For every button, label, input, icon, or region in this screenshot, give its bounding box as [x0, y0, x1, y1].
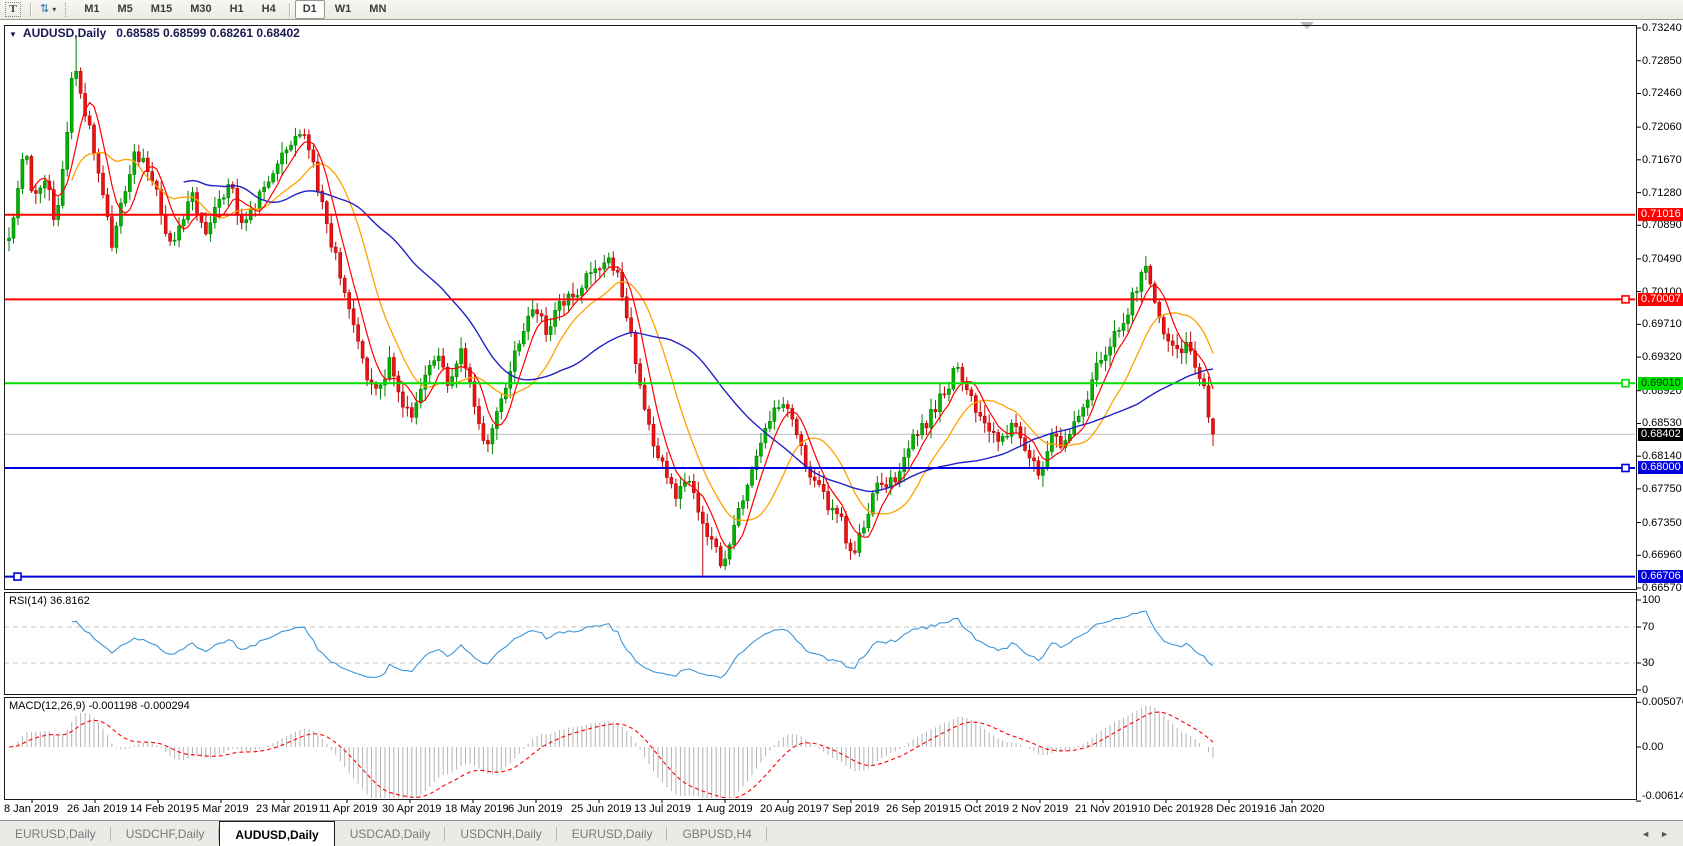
toolbar-separator [289, 3, 290, 17]
indicator-tick: 0.00 [1642, 741, 1683, 753]
chart-tab-audusd-daily-2[interactable]: AUDUSD,Daily [219, 821, 334, 846]
date-tick: 28 Dec 2019 [1201, 803, 1263, 815]
date-tick: 5 Mar 2019 [193, 803, 249, 815]
price-tick: 0.72060 [1642, 121, 1683, 133]
price-tick: 0.69320 [1642, 351, 1683, 363]
date-tick: 10 Dec 2019 [1138, 803, 1200, 815]
timeframe-group: M1M5M15M30H1H4 D1W1MN [75, 0, 395, 19]
price-level-badge: 0.68000 [1638, 461, 1683, 474]
date-tick: 23 Mar 2019 [256, 803, 318, 815]
tab-bar: EURUSD,DailyUSDCHF,DailyAUDUSD,DailyUSDC… [0, 820, 1683, 846]
price-level-badge: 0.69010 [1638, 377, 1683, 390]
chart-tab-eurusd-daily-5[interactable]: EURUSD,Daily [557, 821, 668, 846]
date-tick: 2 Nov 2019 [1012, 803, 1068, 815]
indicator-tick: -0.006148 [1642, 790, 1683, 802]
date-tick: 26 Jan 2019 [67, 803, 128, 815]
toolbar-separator [30, 3, 31, 17]
macd-label: MACD(12,26,9) -0.001198 -0.000294 [9, 700, 190, 712]
timeframe-button-w1[interactable]: W1 [327, 0, 360, 19]
chart-tab-gbpusd-h4-6[interactable]: GBPUSD,H4 [667, 821, 766, 846]
symbol-label: AUDUSD,Daily [23, 26, 106, 40]
collapse-triangle-icon[interactable]: ▼ [9, 30, 17, 39]
date-tick: 8 Jan 2019 [4, 803, 58, 815]
chart-tab-usdcad-daily-3[interactable]: USDCAD,Daily [335, 821, 446, 846]
date-tick: 1 Aug 2019 [697, 803, 753, 815]
date-tick: 11 Apr 2019 [319, 803, 378, 815]
price-level-badge: 0.71016 [1638, 208, 1683, 221]
price-tick: 0.69710 [1642, 318, 1683, 330]
tab-scroll-right-icon[interactable]: ► [1660, 829, 1669, 839]
date-tick: 26 Sep 2019 [886, 803, 948, 815]
price-tick: 0.71670 [1642, 154, 1683, 166]
hline-handle[interactable] [1622, 296, 1629, 303]
chart-title: ▼ AUDUSD,Daily 0.68585 0.68599 0.68261 0.6… [9, 26, 300, 40]
tab-scroll-left-icon[interactable]: ◄ [1641, 829, 1650, 839]
arrows-icon: ⇅ [40, 4, 49, 15]
date-tick: 20 Aug 2019 [760, 803, 822, 815]
toolbar-grip [65, 3, 69, 17]
date-tick: 14 Feb 2019 [130, 803, 192, 815]
indicator-tick: 0 [1642, 684, 1683, 696]
hline-handle[interactable] [1622, 380, 1629, 387]
price-tick: 0.72850 [1642, 55, 1683, 67]
price-level-badge: 0.66706 [1638, 570, 1683, 583]
date-tick: 16 Jan 2020 [1264, 803, 1325, 815]
text-tool-icon: T [5, 2, 21, 17]
toolbar: T ⇅ ▾ M1M5M15M30H1H4 D1W1MN [0, 0, 1683, 20]
price-level-badge: 0.70007 [1638, 293, 1683, 306]
indicator-tick: 70 [1642, 621, 1683, 633]
timeframe-button-d1[interactable]: D1 [295, 0, 325, 19]
timeframe-button-m30[interactable]: M30 [182, 0, 219, 19]
text-tool-button[interactable]: T [0, 1, 26, 18]
price-tick: 0.70490 [1642, 253, 1683, 265]
date-tick: 18 May 2019 [445, 803, 509, 815]
timeframe-button-h1[interactable]: H1 [222, 0, 252, 19]
price-tick: 0.71280 [1642, 187, 1683, 199]
price-tick: 0.67750 [1642, 483, 1683, 495]
price-tick: 0.67350 [1642, 517, 1683, 529]
price-tick: 0.68140 [1642, 450, 1683, 462]
price-tick: 0.66570 [1642, 582, 1683, 594]
chart-tab-usdcnh-daily-4[interactable]: USDCNH,Daily [445, 821, 556, 846]
price-tick: 0.73240 [1642, 22, 1683, 34]
date-tick: 6 Jun 2019 [508, 803, 562, 815]
date-tick: 21 Nov 2019 [1075, 803, 1137, 815]
chart-tab-usdchf-daily-1[interactable]: USDCHF,Daily [111, 821, 220, 846]
hline-handle[interactable] [14, 573, 21, 580]
chart-canvas[interactable] [0, 0, 1683, 846]
price-tick: 0.72460 [1642, 87, 1683, 99]
tab-scroll-arrows: ◄ ► [1641, 821, 1683, 846]
ohlc-values: 0.68585 0.68599 0.68261 0.68402 [116, 26, 300, 40]
chevron-down-icon: ▾ [52, 5, 56, 14]
indicator-tick: 30 [1642, 657, 1683, 669]
date-tick: 13 Jul 2019 [634, 803, 691, 815]
arrange-tool-button[interactable]: ⇅ ▾ [35, 1, 61, 18]
current-price-badge: 0.68402 [1638, 428, 1683, 441]
indicator-tick: 0.005076 [1642, 696, 1683, 708]
timeframe-button-m5[interactable]: M5 [110, 0, 141, 19]
timeframe-button-m15[interactable]: M15 [143, 0, 180, 19]
hline-handle[interactable] [1622, 465, 1629, 472]
mt4-chart-window: T ⇅ ▾ M1M5M15M30H1H4 D1W1MN ▼ AUDUSD,Daily… [0, 0, 1683, 846]
timeframe-button-h4[interactable]: H4 [254, 0, 284, 19]
date-tick: 7 Sep 2019 [823, 803, 879, 815]
timeframe-button-m1[interactable]: M1 [76, 0, 107, 19]
price-tick: 0.66960 [1642, 549, 1683, 561]
chart-tab-eurusd-daily-0[interactable]: EURUSD,Daily [0, 821, 111, 846]
date-tick: 15 Oct 2019 [949, 803, 1009, 815]
date-tick: 25 Jun 2019 [571, 803, 632, 815]
tabs-container: EURUSD,DailyUSDCHF,DailyAUDUSD,DailyUSDC… [0, 821, 767, 846]
indicator-tick: 100 [1642, 594, 1683, 606]
date-tick: 30 Apr 2019 [382, 803, 441, 815]
rsi-label: RSI(14) 36.8162 [9, 595, 90, 607]
timeframe-button-mn[interactable]: MN [361, 0, 394, 19]
